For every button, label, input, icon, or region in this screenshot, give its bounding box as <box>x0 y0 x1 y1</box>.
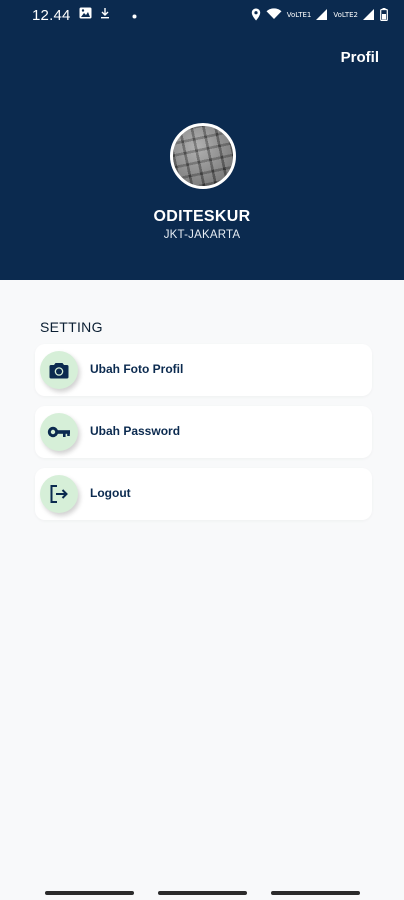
wifi-icon <box>266 8 282 22</box>
gallery-icon <box>79 6 92 24</box>
user-location: JKT-JAKARTA <box>163 229 241 241</box>
system-nav-bar <box>0 886 404 900</box>
volte2-label: VoLTE2 <box>333 10 358 19</box>
download-icon <box>100 6 110 24</box>
avatar[interactable] <box>170 123 236 189</box>
avatar-photo <box>173 126 233 186</box>
page-title: Profil <box>340 49 379 66</box>
status-bar: 12.44 VoLTE1 VoLTE2 <box>0 0 404 30</box>
logout-label: Logout <box>90 486 131 500</box>
change-photo-button[interactable]: Ubah Foto Profil <box>35 344 372 396</box>
change-photo-label: Ubah Foto Profil <box>90 362 184 376</box>
status-time: 12.44 <box>32 6 71 24</box>
settings-section-title: SETTING <box>40 319 103 335</box>
logout-button[interactable]: Logout <box>35 468 372 520</box>
signal1-icon <box>316 8 328 22</box>
profile-header: Profil ODITESKUR JKT-JAKARTA <box>0 30 404 280</box>
camera-icon <box>40 351 78 389</box>
user-name: ODITESKUR <box>153 208 251 225</box>
notification-dot-icon <box>132 6 137 24</box>
nav-home-button[interactable] <box>158 891 247 895</box>
nav-back-button[interactable] <box>271 891 360 895</box>
signal2-icon <box>363 8 375 22</box>
key-icon <box>40 413 78 451</box>
logout-icon <box>40 475 78 513</box>
volte1-label: VoLTE1 <box>286 10 312 19</box>
change-password-label: Ubah Password <box>90 424 181 438</box>
location-icon <box>251 8 261 23</box>
nav-recent-button[interactable] <box>45 891 134 895</box>
battery-icon <box>380 7 388 23</box>
change-password-button[interactable]: Ubah Password <box>35 406 372 458</box>
